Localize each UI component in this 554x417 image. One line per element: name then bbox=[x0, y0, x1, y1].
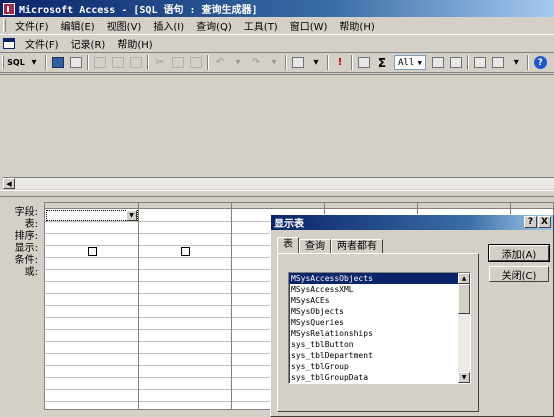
tab-both[interactable]: 两者都有 bbox=[331, 239, 383, 253]
row-label-criteria: 条件: bbox=[14, 255, 38, 266]
menu-help[interactable]: 帮助(H) bbox=[333, 18, 380, 33]
copy-icon[interactable] bbox=[170, 55, 186, 71]
dialog-tabs: 表 查询 两者都有 bbox=[277, 237, 383, 253]
scroll-thumb[interactable] bbox=[458, 284, 470, 314]
show-table-icon[interactable] bbox=[356, 55, 372, 71]
list-item[interactable]: MSysObjects bbox=[289, 306, 460, 317]
listbox-scrollbar[interactable]: ▲ ▼ bbox=[458, 273, 470, 383]
close-icon[interactable]: X bbox=[538, 216, 551, 228]
totals-icon[interactable]: Σ bbox=[374, 55, 390, 71]
toolbar-grip[interactable] bbox=[2, 56, 4, 69]
pane-splitter[interactable] bbox=[0, 190, 554, 197]
tab-tables[interactable]: 表 bbox=[277, 237, 299, 253]
menu-window[interactable]: 窗口(W) bbox=[284, 18, 334, 33]
toolbar: SQL ▾ ✂ ↶ ▾ ↷ ▾ ▾ ! Σ All ▼ ▾ ? ▾ bbox=[0, 53, 554, 73]
grid-row-labels: 字段: 表: 排序: 显示: 条件: 或: bbox=[0, 207, 44, 279]
dialog-title-bar[interactable]: 显示表 ? X bbox=[271, 215, 553, 230]
menu-query[interactable]: 查询(Q) bbox=[190, 18, 238, 33]
window-title: Microsoft Access - [SQL 语句 : 查询生成器] bbox=[19, 5, 258, 16]
list-item[interactable]: sys_tblGroup bbox=[289, 361, 460, 372]
undo-dropdown-icon[interactable]: ▾ bbox=[230, 55, 246, 71]
show-checkbox-1[interactable] bbox=[88, 247, 97, 256]
undo-icon[interactable]: ↶ bbox=[212, 55, 228, 71]
list-item[interactable]: MSysAccessXML bbox=[289, 284, 460, 295]
query-type-icon[interactable] bbox=[290, 55, 306, 71]
scroll-left-icon[interactable]: ◀ bbox=[3, 178, 15, 189]
preview-icon[interactable] bbox=[110, 55, 126, 71]
tab-queries[interactable]: 查询 bbox=[299, 239, 331, 253]
spelling-icon[interactable] bbox=[128, 55, 144, 71]
print-icon[interactable] bbox=[92, 55, 108, 71]
row-label-or: 或: bbox=[24, 267, 38, 278]
list-item[interactable]: MSysRelationships bbox=[289, 328, 460, 339]
chevron-down-icon[interactable]: ▼ bbox=[126, 210, 137, 221]
tab-panel: MSysAccessObjects MSysAccessXML MSysACEs… bbox=[277, 253, 479, 412]
top-values-value: All bbox=[398, 57, 415, 68]
menu2-help[interactable]: 帮助(H) bbox=[111, 36, 158, 51]
build-icon[interactable] bbox=[448, 55, 464, 71]
redo-dropdown-icon[interactable]: ▾ bbox=[266, 55, 282, 71]
list-item[interactable]: sys_tblGroupData bbox=[289, 372, 460, 383]
redo-icon[interactable]: ↷ bbox=[248, 55, 264, 71]
menu2-file[interactable]: 文件(F) bbox=[19, 36, 65, 51]
grid-column-selectors[interactable] bbox=[45, 203, 553, 209]
print-preview-icon[interactable] bbox=[68, 55, 84, 71]
help-dropdown-icon[interactable]: ▾ bbox=[550, 55, 554, 71]
menu-tools[interactable]: 工具(T) bbox=[238, 18, 284, 33]
scroll-down-icon[interactable]: ▼ bbox=[458, 372, 470, 383]
table-listbox[interactable]: MSysAccessObjects MSysAccessXML MSysACEs… bbox=[288, 272, 471, 384]
list-item[interactable]: sys_tblDepartment bbox=[289, 350, 460, 361]
show-checkbox-2[interactable] bbox=[181, 247, 190, 256]
row-label-show: 显示: bbox=[14, 243, 38, 254]
show-table-dialog: 显示表 ? X 表 查询 两者都有 MSysAccessObjects MSys… bbox=[270, 214, 554, 417]
menu-edit[interactable]: 编辑(E) bbox=[55, 18, 101, 33]
row-label-sort: 排序: bbox=[14, 231, 38, 242]
database-window-icon[interactable] bbox=[472, 55, 488, 71]
scroll-up-icon[interactable]: ▲ bbox=[458, 273, 470, 284]
list-item[interactable]: MSysAccessObjects bbox=[289, 273, 460, 284]
help-icon[interactable]: ? bbox=[532, 55, 548, 71]
paste-icon[interactable] bbox=[188, 55, 204, 71]
access-app-icon[interactable] bbox=[3, 2, 15, 15]
menu-insert[interactable]: 插入(I) bbox=[147, 18, 190, 33]
sql-view-button[interactable]: SQL bbox=[7, 55, 25, 71]
query-window-icon[interactable] bbox=[3, 38, 15, 49]
main-menu-bar: 文件(F) 编辑(E) 视图(V) 插入(I) 查询(Q) 工具(T) 窗口(W… bbox=[0, 17, 554, 35]
dialog-title: 显示表 bbox=[274, 219, 304, 230]
row-label-table: 表: bbox=[24, 219, 38, 230]
menu-view[interactable]: 视图(V) bbox=[101, 18, 148, 33]
chevron-down-icon[interactable]: ▼ bbox=[414, 56, 425, 69]
menu-grip[interactable] bbox=[3, 19, 6, 32]
new-object-icon[interactable] bbox=[490, 55, 506, 71]
cut-icon[interactable]: ✂ bbox=[152, 55, 168, 71]
menu-file[interactable]: 文件(F) bbox=[9, 18, 55, 33]
properties-icon[interactable] bbox=[430, 55, 446, 71]
run-icon[interactable]: ! bbox=[332, 55, 348, 71]
table-pane-scrollbar[interactable]: ◀ bbox=[3, 177, 554, 189]
list-item[interactable]: sys_tblButton bbox=[289, 339, 460, 350]
query-type-dropdown-icon[interactable]: ▾ bbox=[308, 55, 324, 71]
help-icon[interactable]: ? bbox=[524, 216, 537, 228]
view-dropdown-icon[interactable]: ▾ bbox=[26, 55, 42, 71]
table-pane[interactable] bbox=[0, 74, 554, 177]
secondary-menu-bar: 文件(F) 记录(R) 帮助(H) bbox=[0, 35, 554, 53]
title-bar: Microsoft Access - [SQL 语句 : 查询生成器] bbox=[0, 0, 554, 17]
field-cell-combo[interactable]: ▼ bbox=[46, 210, 138, 221]
save-icon[interactable] bbox=[50, 55, 66, 71]
new-object-dropdown-icon[interactable]: ▾ bbox=[508, 55, 524, 71]
menu2-records[interactable]: 记录(R) bbox=[65, 36, 112, 51]
top-values-combo[interactable]: All ▼ bbox=[394, 55, 427, 70]
list-item[interactable]: MSysQueries bbox=[289, 317, 460, 328]
add-button[interactable]: 添加(A) bbox=[488, 244, 550, 262]
row-label-field: 字段: bbox=[14, 207, 38, 218]
list-item[interactable]: MSysACEs bbox=[289, 295, 460, 306]
close-button[interactable]: 关闭(C) bbox=[489, 266, 549, 282]
